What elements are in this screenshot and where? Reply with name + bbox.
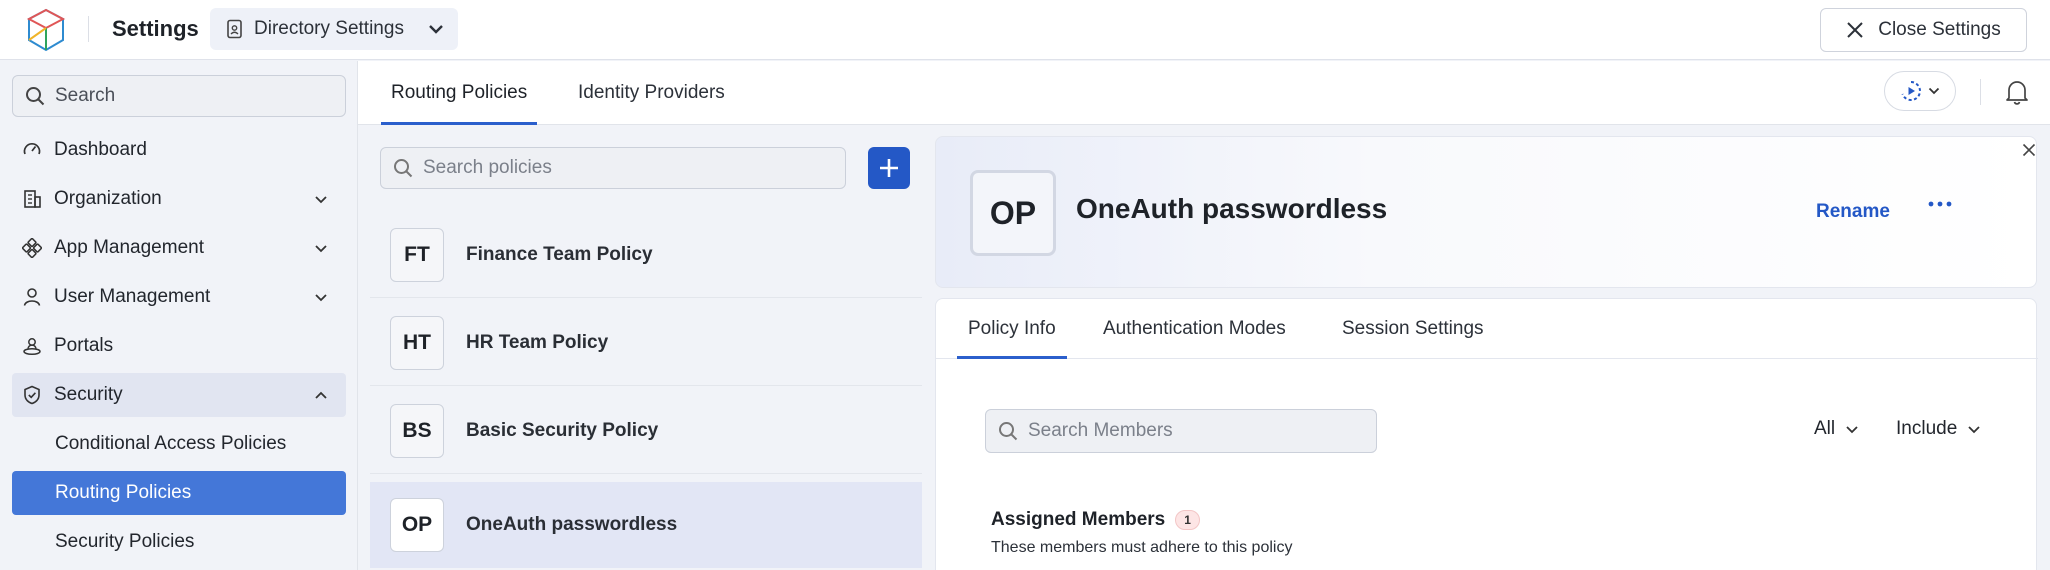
chevron-down-icon: [1845, 425, 1859, 434]
building-icon: [22, 189, 42, 209]
tab-label: Authentication Modes: [1103, 318, 1286, 339]
sidebar-item-portals[interactable]: Portals: [12, 324, 346, 368]
top-bar: Settings Directory Settings Close Settin…: [0, 0, 2050, 60]
tab-label: Policy Info: [968, 318, 1056, 339]
close-icon: [1846, 21, 1864, 39]
search-members-input[interactable]: Search Members: [985, 409, 1377, 453]
sidebar-search-placeholder: Search: [55, 85, 116, 106]
scope-filter-label: All: [1814, 418, 1836, 439]
assigned-count-badge: 1: [1175, 510, 1200, 530]
sidebar: Search Dashboard Organization App Manage…: [0, 61, 358, 570]
detail-tabs: Policy Info Authentication Modes Session…: [936, 299, 2038, 359]
sidebar-item-label: Organization: [54, 188, 162, 209]
search-icon: [25, 86, 45, 106]
assigned-members-heading: Assigned Members 1: [991, 509, 1200, 531]
apps-icon: [22, 238, 42, 258]
screen-record-button[interactable]: [1884, 71, 1956, 111]
scope-filter-dropdown[interactable]: All: [1814, 411, 1859, 447]
policy-row-basic-security[interactable]: BS Basic Security Policy: [370, 388, 922, 474]
sidebar-search-input[interactable]: Search: [12, 75, 346, 117]
policy-name: OneAuth passwordless: [466, 514, 678, 535]
chevron-down-icon: [1928, 87, 1940, 95]
sidebar-item-label: Portals: [54, 335, 114, 356]
sidebar-item-security[interactable]: Security: [12, 373, 346, 417]
tab-routing-policies[interactable]: Routing Policies: [380, 61, 538, 125]
chevron-down-icon: [314, 293, 328, 302]
close-settings-label: Close Settings: [1878, 19, 2001, 40]
policy-avatar-badge: OP: [970, 170, 1056, 256]
policy-initials-badge: FT: [390, 227, 444, 282]
tab-label: Routing Policies: [391, 82, 528, 103]
assigned-members-subtitle: These members must adhere to this policy: [991, 539, 1293, 556]
policy-title: OneAuth passwordless: [1076, 193, 1388, 224]
policy-detail-header: OP OneAuth passwordless Rename: [935, 136, 2037, 288]
bell-icon[interactable]: [2005, 79, 2029, 105]
directory-dropdown-label: Directory Settings: [254, 18, 404, 39]
directory-icon: [226, 19, 244, 39]
policy-row-finance[interactable]: FT Finance Team Policy: [370, 212, 922, 298]
sidebar-item-label: Dashboard: [54, 139, 147, 160]
plus-icon: [878, 157, 900, 179]
app-logo-icon[interactable]: [26, 7, 66, 53]
close-panel-icon[interactable]: [2022, 143, 2036, 157]
chevron-down-icon: [314, 244, 328, 253]
policy-initials-badge: HT: [390, 315, 444, 370]
tab-label: Identity Providers: [578, 82, 725, 103]
sidebar-item-user-management[interactable]: User Management: [12, 275, 346, 319]
policy-name: HR Team Policy: [466, 331, 609, 353]
chevron-down-icon: [1967, 425, 1981, 434]
tab-identity-providers[interactable]: Identity Providers: [578, 61, 725, 125]
mode-filter-label: Include: [1896, 418, 1958, 439]
divider: [1980, 79, 1981, 105]
policy-initials-badge: BS: [390, 403, 444, 458]
sidebar-item-label: User Management: [54, 286, 211, 307]
tab-label: Session Settings: [1342, 318, 1484, 339]
assigned-members-title: Assigned Members: [991, 509, 1166, 530]
sidebar-item-label: App Management: [54, 237, 204, 258]
close-settings-button[interactable]: Close Settings: [1820, 8, 2027, 52]
directory-settings-dropdown[interactable]: Directory Settings: [210, 8, 458, 50]
shield-icon: [22, 385, 42, 405]
user-icon: [22, 287, 42, 307]
policy-row-oneauth[interactable]: OP OneAuth passwordless: [370, 482, 922, 568]
main-header: Routing Policies Identity Providers: [358, 61, 2050, 125]
divider: [88, 16, 89, 42]
tab-session-settings[interactable]: Session Settings: [1342, 299, 1484, 359]
sidebar-subitem-conditional-access[interactable]: Conditional Access Policies: [12, 422, 346, 466]
sidebar-subitem-label: Routing Policies: [55, 482, 192, 503]
chevron-down-icon: [314, 195, 328, 204]
sidebar-item-organization[interactable]: Organization: [12, 177, 346, 221]
sidebar-subitem-security-policies[interactable]: Security Policies: [12, 520, 346, 564]
search-icon: [393, 158, 413, 178]
policy-name: Basic Security Policy: [466, 419, 659, 441]
sidebar-item-label: Security: [54, 384, 123, 405]
search-policies-input[interactable]: Search policies: [380, 147, 846, 189]
app-title: Settings: [112, 16, 199, 41]
policy-row-hr[interactable]: HT HR Team Policy: [370, 300, 922, 386]
mode-filter-dropdown[interactable]: Include: [1896, 411, 1981, 447]
gauge-icon: [22, 140, 42, 160]
more-options-icon[interactable]: [1928, 199, 1952, 209]
chevron-down-icon: [428, 24, 444, 34]
policy-name: Finance Team Policy: [466, 243, 653, 265]
add-policy-button[interactable]: [868, 147, 910, 189]
sidebar-subitem-label: Security Policies: [55, 531, 195, 552]
policy-detail-body: Policy Info Authentication Modes Session…: [935, 298, 2038, 570]
tab-authentication-modes[interactable]: Authentication Modes: [1103, 299, 1286, 359]
portal-icon: [22, 336, 42, 356]
search-policies-placeholder: Search policies: [423, 157, 552, 178]
rename-button[interactable]: Rename: [1816, 201, 1890, 223]
search-icon: [998, 421, 1018, 441]
policy-initials-badge: OP: [390, 498, 444, 552]
policy-list-panel: Search policies FT Finance Team Policy H…: [358, 126, 928, 570]
sidebar-subitem-routing-policies[interactable]: Routing Policies: [12, 471, 346, 515]
tab-policy-info[interactable]: Policy Info: [957, 299, 1067, 359]
record-play-icon: [1900, 80, 1922, 102]
search-members-placeholder: Search Members: [1028, 420, 1173, 441]
sidebar-item-dashboard[interactable]: Dashboard: [12, 128, 346, 172]
chevron-up-icon: [314, 391, 328, 400]
sidebar-subitem-label: Conditional Access Policies: [55, 433, 287, 454]
sidebar-item-app-management[interactable]: App Management: [12, 226, 346, 270]
